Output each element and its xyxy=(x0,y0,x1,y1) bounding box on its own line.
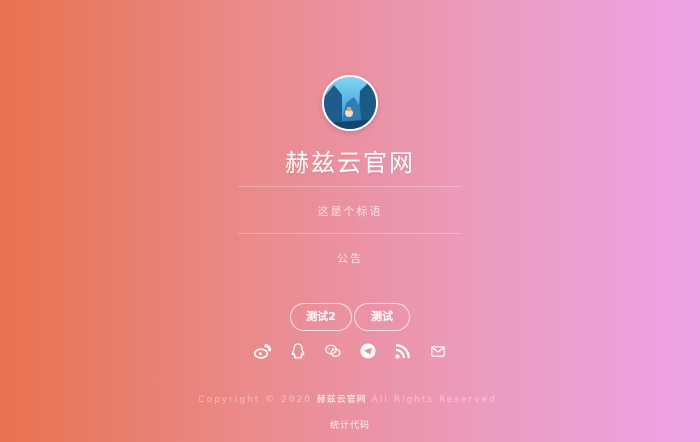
wechat-icon[interactable] xyxy=(324,342,342,360)
notice-text: 公告 xyxy=(337,252,363,265)
divider-top xyxy=(238,186,462,187)
copyright-site-link[interactable]: 赫兹云官网 xyxy=(317,395,367,405)
mail-icon[interactable] xyxy=(429,342,447,360)
copyright-line: Copyright © 2020 赫兹云官网 All Rights Reserv… xyxy=(0,392,700,405)
home-page: 赫兹云官网 这是个标语 公告 测试2 测试 Copyright © 2020 赫… xyxy=(0,0,700,442)
divider-bottom xyxy=(238,233,462,234)
copyright-prefix: Copyright © 2020 xyxy=(198,395,312,405)
test-button[interactable]: 测试 xyxy=(354,303,410,331)
site-title: 赫兹云官网 xyxy=(285,149,415,177)
stats-code-link[interactable]: 统计代码 xyxy=(0,418,700,431)
test2-button[interactable]: 测试2 xyxy=(290,303,352,331)
avatar-image xyxy=(324,77,376,129)
site-description: 这是个标语 xyxy=(317,205,383,218)
qq-icon[interactable] xyxy=(289,342,307,360)
telegram-icon[interactable] xyxy=(359,342,377,360)
copyright-suffix: All Rights Reserved. xyxy=(371,395,502,405)
weibo-icon[interactable] xyxy=(254,342,272,360)
avatar[interactable] xyxy=(322,75,378,131)
social-icons xyxy=(0,342,700,360)
button-group: 测试2 测试 xyxy=(0,303,700,331)
rss-icon[interactable] xyxy=(394,342,412,360)
